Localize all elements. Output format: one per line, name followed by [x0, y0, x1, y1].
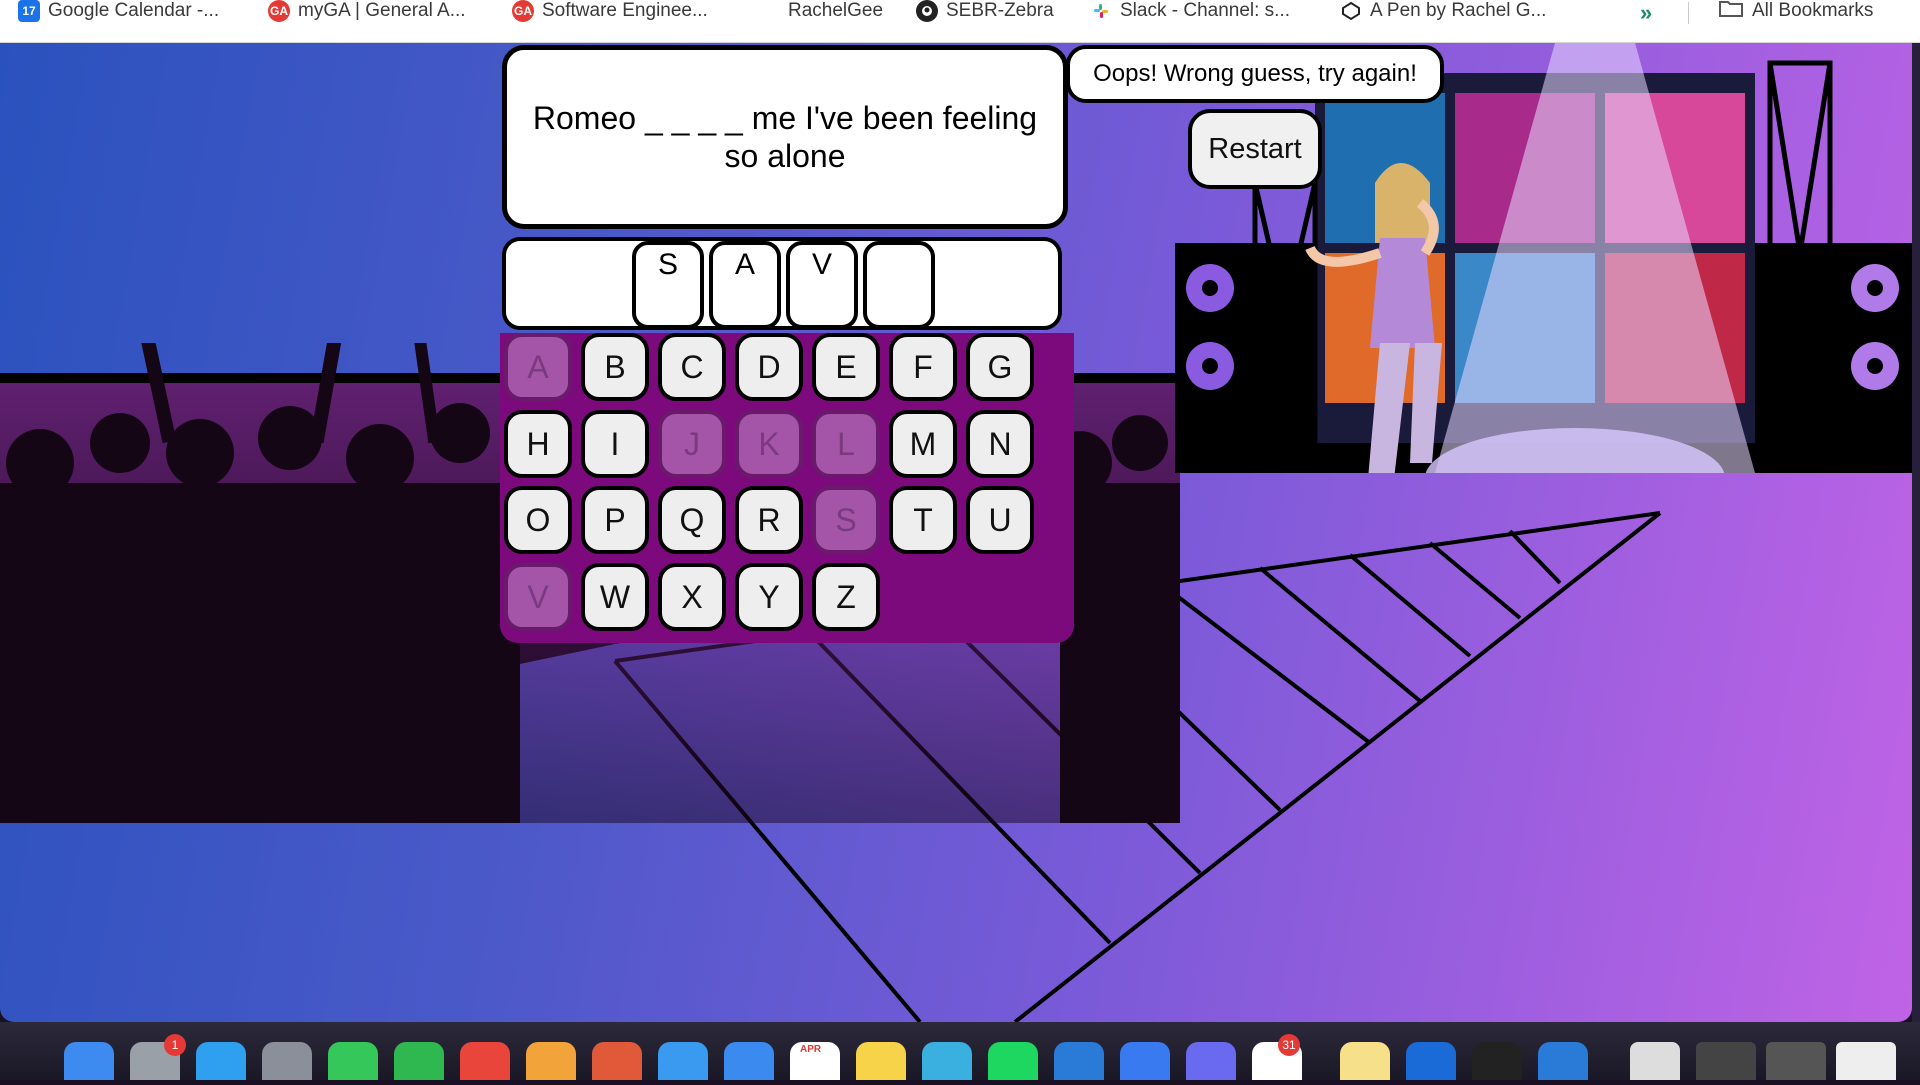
key-a: A [504, 333, 572, 401]
bookmark-rachelgee[interactable]: RachelGee [788, 0, 883, 22]
github-icon [916, 0, 938, 22]
key-k: K [735, 410, 803, 478]
stage-performer-image [1175, 43, 1912, 473]
calendar-icon: 17 [18, 0, 40, 22]
macos-dock: 1 31 APR [0, 1022, 1920, 1085]
bookmark-label: SEBR-Zebra [946, 0, 1054, 21]
notification-badge: 31 [1278, 1034, 1300, 1056]
vscode-icon-2 [1538, 1042, 1588, 1085]
trello-icon [1406, 1042, 1456, 1085]
bookmarks-bar: 17 Google Calendar -... GA myGA | Genera… [0, 0, 1920, 43]
bookmark-software-engineering[interactable]: GA Software Enginee... [512, 0, 708, 22]
key-b[interactable]: B [581, 333, 649, 401]
bookmark-google-calendar[interactable]: 17 Google Calendar -... [18, 0, 219, 22]
key-e[interactable]: E [812, 333, 880, 401]
key-p[interactable]: P [581, 486, 649, 554]
all-bookmarks[interactable]: All Bookmarks [1718, 0, 1873, 22]
bookmark-divider [1688, 2, 1689, 24]
lyric-prompt: Romeo _ _ _ _ me I've been feeling so al… [502, 45, 1068, 229]
key-h[interactable]: H [504, 410, 572, 478]
key-v: V [504, 563, 572, 631]
lyric-text: Romeo _ _ _ _ me I've been feeling so al… [532, 100, 1038, 174]
feedback-message: Oops! Wrong guess, try again! [1066, 45, 1444, 103]
bookmark-label: Software Enginee... [542, 0, 708, 21]
ga-logo-icon: GA [512, 0, 534, 22]
folder-icon [1718, 0, 1744, 24]
recent-window-icon [1696, 1042, 1756, 1085]
bookmark-label: RachelGee [788, 0, 884, 21]
figma-icon [592, 1042, 642, 1085]
key-l: L [812, 410, 880, 478]
key-x[interactable]: X [658, 563, 726, 631]
game-page: Romeo _ _ _ _ me I've been feeling so al… [0, 43, 1912, 1022]
zoom-icon [1120, 1042, 1170, 1085]
terminal-icon [1472, 1042, 1522, 1085]
spotify-icon [988, 1042, 1038, 1085]
bookmark-slack[interactable]: Slack - Channel: s... [1090, 0, 1290, 22]
key-d[interactable]: D [735, 333, 803, 401]
all-bookmarks-label: All Bookmarks [1752, 0, 1874, 21]
guess-slot: S [632, 241, 704, 329]
recent-window-icon [1836, 1042, 1896, 1085]
key-j: J [658, 410, 726, 478]
key-c[interactable]: C [658, 333, 726, 401]
bookmark-codepen[interactable]: A Pen by Rachel G... [1340, 0, 1546, 22]
key-i[interactable]: I [581, 410, 649, 478]
key-s: S [812, 486, 880, 554]
key-t[interactable]: T [889, 486, 957, 554]
photos-icon [526, 1042, 576, 1085]
key-y[interactable]: Y [735, 563, 803, 631]
ga-logo-icon: GA [268, 0, 290, 22]
guess-slot: A [709, 241, 781, 329]
safari-icon [658, 1042, 708, 1085]
key-n[interactable]: N [966, 410, 1034, 478]
recent-window-icon [1766, 1042, 1826, 1085]
codepen-icon [1340, 0, 1362, 22]
finder-icon [64, 1042, 114, 1085]
more-bookmarks-chevron-icon[interactable]: » [1640, 0, 1652, 26]
facetime-icon [394, 1042, 444, 1085]
key-u[interactable]: U [966, 486, 1034, 554]
vscode-icon [1054, 1042, 1104, 1085]
key-o[interactable]: O [504, 486, 572, 554]
guess-slot: V [786, 241, 858, 329]
calendar-month-label: APR [800, 1044, 822, 1055]
bookmark-label: myGA | General A... [298, 0, 466, 21]
chrome-icon [460, 1042, 510, 1085]
key-m[interactable]: M [889, 410, 957, 478]
guess-slots-row: S A V [502, 237, 1062, 330]
key-q[interactable]: Q [658, 486, 726, 554]
stickies-icon [1340, 1042, 1390, 1085]
key-r[interactable]: R [735, 486, 803, 554]
bookmark-label: Google Calendar -... [48, 0, 220, 21]
preview-icon [922, 1042, 972, 1085]
bookmark-label: Slack - Channel: s... [1120, 0, 1291, 21]
notes-icon [856, 1042, 906, 1085]
slack-icon [1090, 0, 1112, 22]
restart-button[interactable]: Restart [1188, 109, 1322, 189]
guess-slot [863, 241, 935, 329]
letter-keyboard: ABCDEFG HIJKLMN OPQRSTU VWXYZ [500, 333, 1074, 643]
key-z[interactable]: Z [812, 563, 880, 631]
notification-badge: 1 [164, 1034, 186, 1056]
bookmark-myga[interactable]: GA myGA | General A... [268, 0, 466, 22]
messages-icon [328, 1042, 378, 1085]
key-w[interactable]: W [581, 563, 649, 631]
discord-icon [1186, 1042, 1236, 1085]
launchpad-icon [262, 1042, 312, 1085]
key-g[interactable]: G [966, 333, 1034, 401]
recent-file-icon [1630, 1042, 1680, 1085]
key-f[interactable]: F [889, 333, 957, 401]
dock-icons [64, 1042, 1896, 1085]
mail-icon [724, 1042, 774, 1085]
bookmark-label: A Pen by Rachel G... [1370, 0, 1547, 21]
bookmark-sebr-zebra[interactable]: SEBR-Zebra [916, 0, 1054, 22]
window-edge [1912, 43, 1920, 1022]
app-store-icon [196, 1042, 246, 1085]
